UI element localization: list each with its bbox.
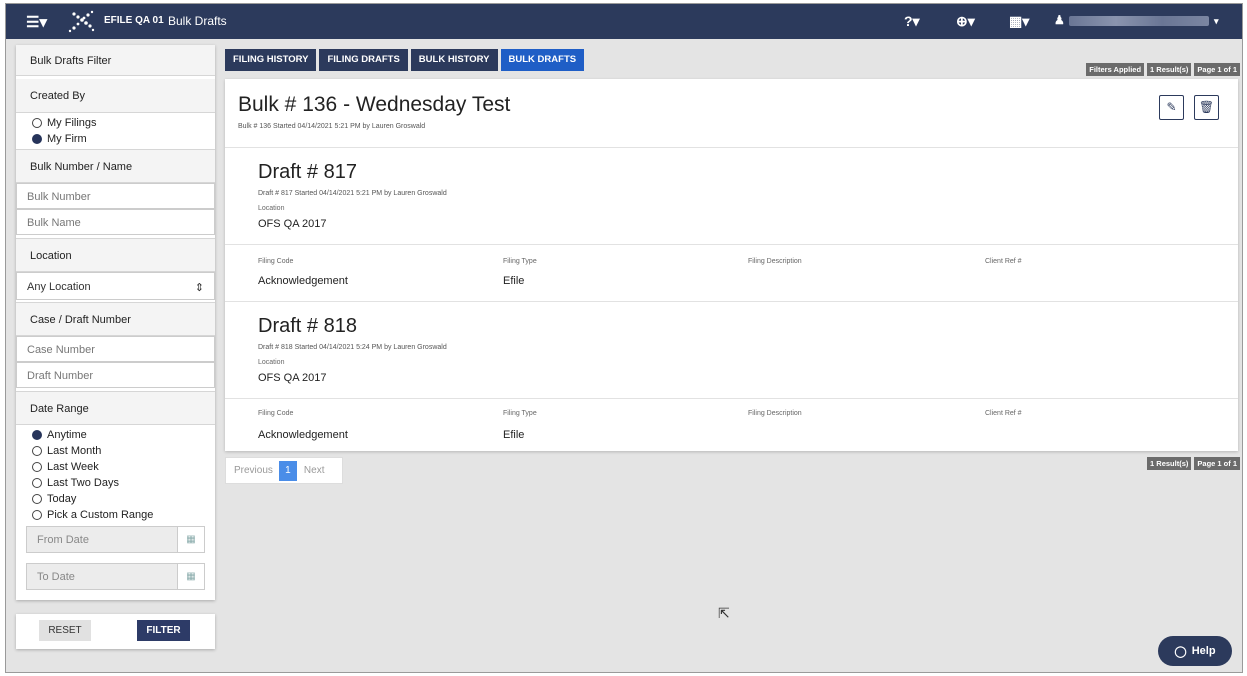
filing-code-label: Filing Code bbox=[258, 410, 294, 417]
app-logo-icon[interactable] bbox=[66, 9, 96, 35]
location-value: OFS QA 2017 bbox=[258, 218, 327, 230]
page-count-badge: Page 1 of 1 bbox=[1194, 457, 1240, 470]
radio-last-week[interactable]: Last Week bbox=[16, 459, 215, 475]
result-badges-bottom: 1 Result(s) Page 1 of 1 bbox=[1147, 457, 1240, 470]
result-badges-top: Filters Applied 1 Result(s) Page 1 of 1 bbox=[1086, 63, 1240, 76]
calendar-icon[interactable]: ▦ bbox=[177, 564, 204, 589]
location-label: Location bbox=[258, 205, 285, 212]
apps-grid-icon[interactable]: ▦▾ bbox=[1009, 13, 1029, 30]
filing-code-label: Filing Code bbox=[258, 258, 294, 265]
location-select[interactable]: Any Location ⇕ bbox=[16, 272, 215, 300]
chevron-down-icon[interactable]: ▾ bbox=[1214, 16, 1219, 27]
filter-title: Bulk Drafts Filter bbox=[16, 45, 215, 76]
calendar-icon[interactable]: ▦ bbox=[177, 527, 204, 552]
radio-custom-range[interactable]: Pick a Custom Range bbox=[16, 507, 215, 523]
pagination: Previous 1 Next bbox=[225, 457, 343, 484]
filters-applied-badge: Filters Applied bbox=[1086, 63, 1145, 76]
divider bbox=[225, 398, 1238, 399]
client-ref-label: Client Ref # bbox=[985, 410, 1022, 417]
result-count-badge: 1 Result(s) bbox=[1147, 63, 1192, 76]
select-arrows-icon: ⇕ bbox=[194, 282, 204, 294]
app-name: EFILE QA 01 bbox=[104, 15, 164, 26]
divider bbox=[225, 244, 1238, 245]
client-ref-label: Client Ref # bbox=[985, 258, 1022, 265]
bulk-title[interactable]: Bulk # 136 - Wednesday Test bbox=[238, 93, 510, 117]
user-account-menu[interactable] bbox=[1069, 16, 1209, 26]
location-label: Location bbox=[258, 359, 285, 366]
help-button[interactable]: ◯ Help bbox=[1158, 636, 1232, 666]
bulk-number-input[interactable]: Bulk Number bbox=[16, 183, 215, 209]
user-icon[interactable]: ♟ bbox=[1054, 13, 1065, 27]
filing-type-label: Filing Type bbox=[503, 258, 537, 265]
bulk-subtitle: Bulk # 136 Started 04/14/2021 5:21 PM by… bbox=[238, 123, 426, 130]
page-title: Bulk Drafts bbox=[168, 14, 227, 28]
draft-subtitle: Draft # 817 Started 04/14/2021 5:21 PM b… bbox=[258, 190, 447, 197]
filter-actions: RESET FILTER bbox=[16, 614, 215, 649]
radio-anytime[interactable]: Anytime bbox=[16, 427, 215, 443]
bulk-card: Bulk # 136 - Wednesday Test Bulk # 136 S… bbox=[225, 79, 1238, 451]
next-page-button[interactable]: Next bbox=[304, 465, 325, 476]
divider bbox=[225, 301, 1238, 302]
to-date-input[interactable]: To Date ▦ bbox=[26, 563, 205, 590]
radio-my-filings[interactable]: My Filings bbox=[16, 115, 215, 131]
case-draft-label: Case / Draft Number bbox=[16, 302, 215, 336]
tab-filing-drafts[interactable]: FILING DRAFTS bbox=[319, 49, 408, 71]
filing-type-label: Filing Type bbox=[503, 410, 537, 417]
page-1-button[interactable]: 1 bbox=[278, 460, 297, 481]
help-menu-icon[interactable]: ?▾ bbox=[904, 13, 920, 30]
globe-menu-icon[interactable]: ⊕▾ bbox=[956, 13, 975, 30]
radio-my-firm[interactable]: My Firm bbox=[16, 131, 215, 147]
chat-bubble-icon: ◯ bbox=[1174, 645, 1187, 658]
date-range-label: Date Range bbox=[16, 391, 215, 425]
bulk-number-name-label: Bulk Number / Name bbox=[16, 149, 215, 183]
hamburger-menu-icon[interactable]: ☰▾ bbox=[26, 13, 47, 31]
draft-title[interactable]: Draft # 817 bbox=[258, 161, 357, 184]
top-navbar: ☰▾ EFILE QA 01 Bulk Drafts ?▾ ⊕▾ ▦▾ ♟ ▾ bbox=[6, 4, 1242, 39]
draft-title[interactable]: Draft # 818 bbox=[258, 315, 357, 338]
case-number-input[interactable]: Case Number bbox=[16, 336, 215, 362]
result-count-badge: 1 Result(s) bbox=[1147, 457, 1192, 470]
radio-last-two-days[interactable]: Last Two Days bbox=[16, 475, 215, 491]
trash-icon: 🗑 bbox=[1198, 100, 1215, 114]
filter-sidebar: Bulk Drafts Filter Created By My Filings… bbox=[16, 45, 215, 600]
location-label: Location bbox=[16, 238, 215, 272]
radio-today[interactable]: Today bbox=[16, 491, 215, 507]
filing-code-value: Acknowledgement bbox=[258, 275, 348, 287]
tab-filing-history[interactable]: FILING HISTORY bbox=[225, 49, 317, 71]
draft-subtitle: Draft # 818 Started 04/14/2021 5:24 PM b… bbox=[258, 344, 447, 351]
draft-number-input[interactable]: Draft Number bbox=[16, 362, 215, 388]
filing-description-label: Filing Description bbox=[748, 258, 802, 265]
page-count-badge: Page 1 of 1 bbox=[1194, 63, 1240, 76]
from-date-input[interactable]: From Date ▦ bbox=[26, 526, 205, 553]
delete-button[interactable]: 🗑 bbox=[1194, 95, 1219, 120]
created-by-label: Created By bbox=[16, 79, 215, 113]
pencil-icon: ✎ bbox=[1166, 100, 1177, 114]
filing-description-label: Filing Description bbox=[748, 410, 802, 417]
edit-button[interactable]: ✎ bbox=[1159, 95, 1184, 120]
reset-button[interactable]: RESET bbox=[39, 620, 91, 641]
filing-type-value: Efile bbox=[503, 275, 525, 287]
tab-bulk-history[interactable]: BULK HISTORY bbox=[410, 49, 498, 71]
bulk-name-input[interactable]: Bulk Name bbox=[16, 209, 215, 235]
filter-button[interactable]: FILTER bbox=[137, 620, 190, 641]
tab-bulk-drafts[interactable]: BULK DRAFTS bbox=[500, 49, 585, 71]
divider bbox=[225, 147, 1238, 148]
location-value: OFS QA 2017 bbox=[258, 372, 327, 384]
previous-page-button[interactable]: Previous bbox=[234, 465, 273, 476]
filing-type-value: Efile bbox=[503, 429, 525, 441]
mouse-cursor-icon: ⇱ bbox=[718, 605, 730, 621]
filing-code-value: Acknowledgement bbox=[258, 429, 348, 441]
app-frame: ☰▾ EFILE QA 01 Bulk Drafts ?▾ ⊕▾ ▦▾ ♟ ▾ … bbox=[5, 3, 1243, 673]
radio-last-month[interactable]: Last Month bbox=[16, 443, 215, 459]
history-tabs: FILING HISTORY FILING DRAFTS BULK HISTOR… bbox=[225, 49, 585, 71]
